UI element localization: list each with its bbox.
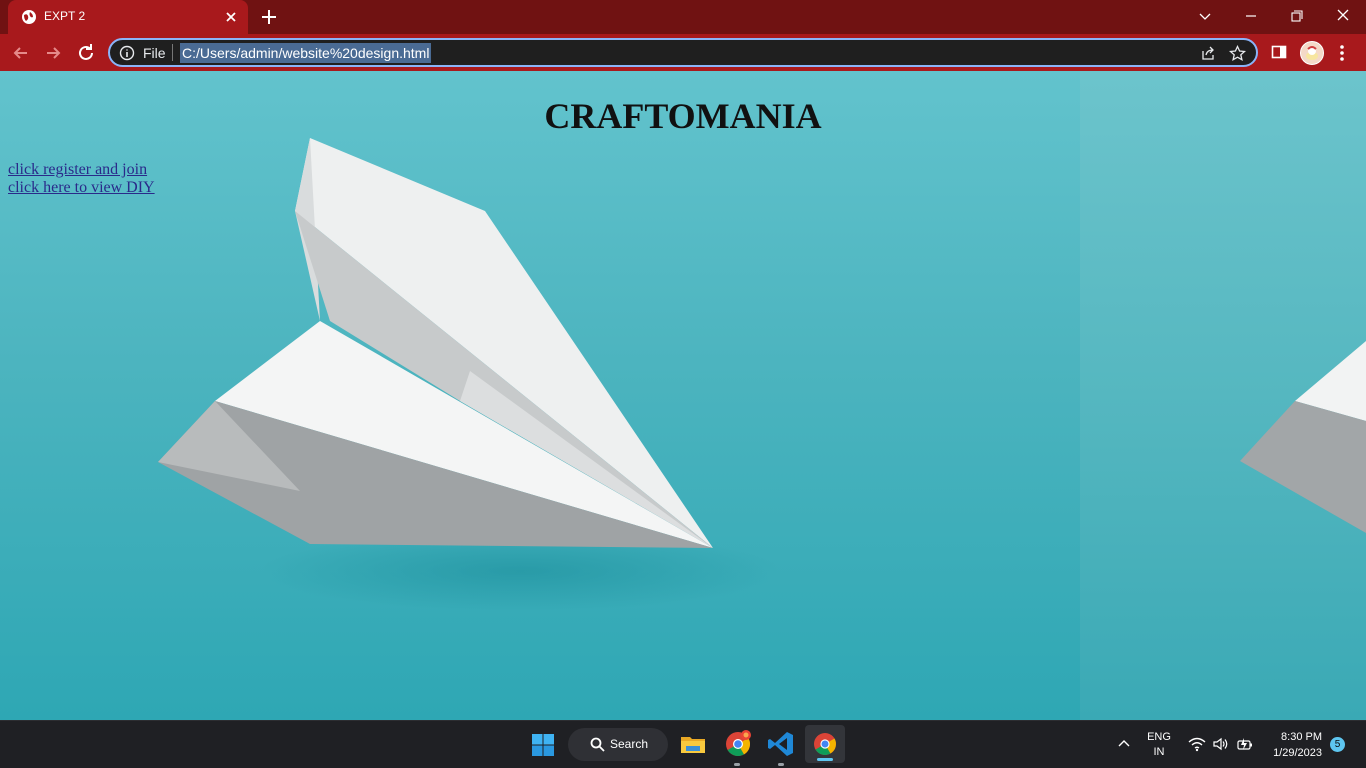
windows-start-icon[interactable]: [531, 733, 555, 757]
omnibox-divider: [172, 44, 173, 61]
url-text[interactable]: C:/Users/admin/website%20design.html: [180, 43, 432, 63]
browser-tab[interactable]: EXPT 2: [8, 0, 248, 34]
app-running-indicator: [778, 763, 784, 766]
tab-search-chevron-icon[interactable]: [1194, 6, 1216, 26]
clock-date: 1/29/2023: [1273, 747, 1322, 759]
web-page: CRAFTOMANIA click register and join clic…: [0, 71, 1366, 720]
language-code: ENG: [1147, 731, 1171, 743]
system-clock[interactable]: 8:30 PM 1/29/2023: [1262, 729, 1322, 761]
profile-avatar[interactable]: [1300, 41, 1324, 65]
show-hidden-icons-chevron-icon[interactable]: [1117, 738, 1131, 748]
clock-time: 8:30 PM: [1281, 731, 1322, 743]
browser-tab-strip: EXPT 2: [0, 0, 1366, 34]
restore-icon[interactable]: [1286, 6, 1308, 26]
volume-icon[interactable]: [1212, 736, 1230, 752]
back-icon[interactable]: [10, 42, 32, 64]
tab-title: EXPT 2: [44, 9, 86, 23]
avatar-icon: [1306, 46, 1318, 60]
language-indicator[interactable]: ENG IN: [1145, 730, 1173, 760]
vscode-icon[interactable]: [766, 729, 796, 759]
search-label: Search: [610, 737, 649, 751]
side-panel-icon[interactable]: [1271, 44, 1287, 60]
bookmark-star-icon[interactable]: [1229, 45, 1246, 62]
region-code: IN: [1153, 746, 1165, 758]
globe-icon: [22, 10, 36, 24]
address-bar[interactable]: File C:/Users/admin/website%20design.htm…: [108, 38, 1258, 67]
view-diy-link[interactable]: click here to view DIY: [8, 179, 155, 197]
new-tab-icon[interactable]: [260, 8, 278, 26]
battery-icon[interactable]: [1236, 736, 1254, 752]
share-icon[interactable]: [1200, 45, 1216, 61]
chrome-notification-icon[interactable]: [723, 729, 753, 759]
app-running-indicator: [734, 763, 740, 766]
close-tab-icon[interactable]: [222, 8, 240, 26]
file-explorer-icon[interactable]: [678, 729, 708, 759]
app-active-indicator: [817, 758, 833, 761]
minimize-icon[interactable]: [1240, 6, 1262, 26]
close-window-icon[interactable]: [1332, 6, 1354, 26]
notification-count-badge[interactable]: 5: [1330, 737, 1345, 752]
nav-links: click register and join click here to vi…: [8, 161, 155, 197]
search-icon: [590, 737, 605, 752]
register-link[interactable]: click register and join: [8, 161, 155, 179]
taskbar-search[interactable]: Search: [568, 728, 668, 761]
page-heading: CRAFTOMANIA: [544, 96, 822, 136]
windows-taskbar: Search ENG IN 8:30 PM 1/29/2023 5: [0, 720, 1366, 768]
more-menu-icon[interactable]: [1338, 43, 1346, 63]
site-info-icon[interactable]: [119, 45, 135, 61]
paper-airplane-image: [158, 138, 1366, 611]
forward-icon[interactable]: [42, 42, 64, 64]
chrome-taskbar-button[interactable]: [805, 725, 845, 763]
browser-toolbar: File C:/Users/admin/website%20design.htm…: [0, 34, 1366, 71]
scheme-label: File: [143, 45, 166, 61]
reload-icon[interactable]: [75, 42, 97, 64]
wifi-icon[interactable]: [1188, 736, 1206, 752]
